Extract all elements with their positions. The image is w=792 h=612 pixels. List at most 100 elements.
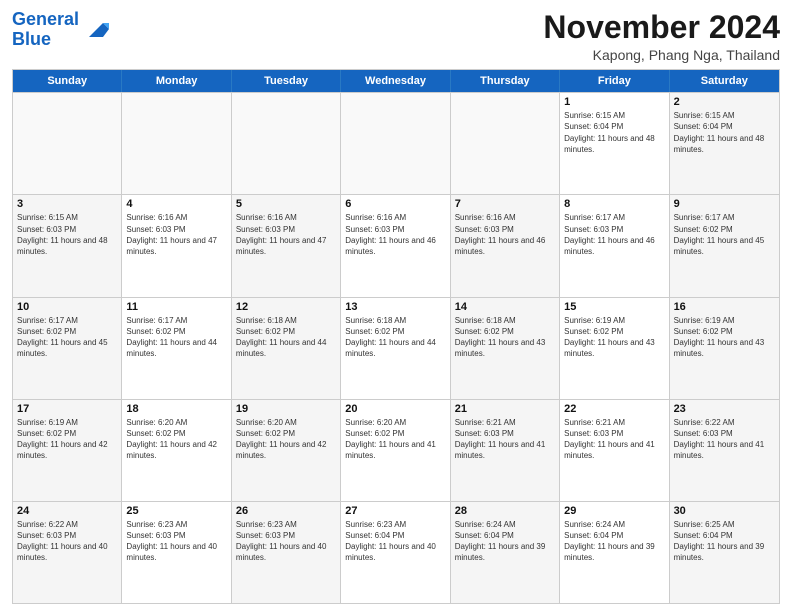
calendar-cell bbox=[341, 93, 450, 194]
calendar-cell: 23 Sunrise: 6:22 AMSunset: 6:03 PMDayligh… bbox=[670, 400, 779, 501]
day-number: 5 bbox=[236, 198, 336, 210]
day-number: 6 bbox=[345, 198, 445, 210]
day-info: Sunrise: 6:16 AMSunset: 6:03 PMDaylight:… bbox=[455, 212, 555, 257]
day-info: Sunrise: 6:17 AMSunset: 6:02 PMDaylight:… bbox=[17, 315, 117, 360]
day-number: 22 bbox=[564, 403, 664, 415]
day-number: 27 bbox=[345, 505, 445, 517]
calendar-cell bbox=[13, 93, 122, 194]
day-info: Sunrise: 6:20 AMSunset: 6:02 PMDaylight:… bbox=[126, 417, 226, 462]
day-number: 9 bbox=[674, 198, 775, 210]
calendar-header: SundayMondayTuesdayWednesdayThursdayFrid… bbox=[13, 70, 779, 92]
day-info: Sunrise: 6:22 AMSunset: 6:03 PMDaylight:… bbox=[674, 417, 775, 462]
calendar-cell: 18 Sunrise: 6:20 AMSunset: 6:02 PMDayligh… bbox=[122, 400, 231, 501]
logo-line1: General bbox=[12, 10, 79, 30]
day-number: 19 bbox=[236, 403, 336, 415]
calendar-week: 24 Sunrise: 6:22 AMSunset: 6:03 PMDayligh… bbox=[13, 501, 779, 603]
header: General Blue November 2024 Kapong, Phang… bbox=[12, 10, 780, 63]
calendar-cell bbox=[451, 93, 560, 194]
day-of-week-header: Monday bbox=[122, 70, 231, 92]
day-of-week-header: Wednesday bbox=[341, 70, 450, 92]
day-info: Sunrise: 6:24 AMSunset: 6:04 PMDaylight:… bbox=[455, 519, 555, 564]
day-of-week-header: Thursday bbox=[451, 70, 560, 92]
calendar-cell: 20Sunrise: 6:20 AMSunset: 6:02 PMDayligh… bbox=[341, 400, 450, 501]
day-number: 8 bbox=[564, 198, 664, 210]
calendar-cell bbox=[232, 93, 341, 194]
logo-area: General Blue bbox=[12, 10, 111, 50]
day-info: Sunrise: 6:23 AMSunset: 6:04 PMDaylight:… bbox=[345, 519, 445, 564]
day-number: 26 bbox=[236, 505, 336, 517]
day-info: Sunrise: 6:21 AMSunset: 6:03 PMDaylight:… bbox=[455, 417, 555, 462]
day-number: 17 bbox=[17, 403, 117, 415]
day-info: Sunrise: 6:15 AMSunset: 6:04 PMDaylight:… bbox=[674, 110, 775, 155]
day-number: 15 bbox=[564, 301, 664, 313]
calendar-cell: 19 Sunrise: 6:20 AMSunset: 6:02 PMDayligh… bbox=[232, 400, 341, 501]
calendar-cell bbox=[122, 93, 231, 194]
day-number: 3 bbox=[17, 198, 117, 210]
day-info: Sunrise: 6:21 AMSunset: 6:03 PMDaylight:… bbox=[564, 417, 664, 462]
calendar-cell: 26 Sunrise: 6:23 AMSunset: 6:03 PMDayligh… bbox=[232, 502, 341, 603]
day-info: Sunrise: 6:17 AMSunset: 6:02 PMDaylight:… bbox=[126, 315, 226, 360]
day-number: 29 bbox=[564, 505, 664, 517]
day-info: Sunrise: 6:22 AMSunset: 6:03 PMDaylight:… bbox=[17, 519, 117, 564]
calendar-week: 17 Sunrise: 6:19 AMSunset: 6:02 PMDayligh… bbox=[13, 399, 779, 501]
logo-line2: Blue bbox=[12, 30, 79, 50]
day-info: Sunrise: 6:19 AMSunset: 6:02 PMDaylight:… bbox=[564, 315, 664, 360]
day-number: 2 bbox=[674, 96, 775, 108]
calendar-cell: 8 Sunrise: 6:17 AMSunset: 6:03 PMDaylight… bbox=[560, 195, 669, 296]
day-number: 1 bbox=[564, 96, 664, 108]
calendar-cell: 7 Sunrise: 6:16 AMSunset: 6:03 PMDaylight… bbox=[451, 195, 560, 296]
day-info: Sunrise: 6:15 AMSunset: 6:04 PMDaylight:… bbox=[564, 110, 664, 155]
day-info: Sunrise: 6:20 AMSunset: 6:02 PMDaylight:… bbox=[345, 417, 445, 462]
calendar-cell: 14Sunrise: 6:18 AMSunset: 6:02 PMDayligh… bbox=[451, 298, 560, 399]
calendar-week: 1 Sunrise: 6:15 AMSunset: 6:04 PMDaylight… bbox=[13, 92, 779, 194]
calendar-cell: 2 Sunrise: 6:15 AMSunset: 6:04 PMDaylight… bbox=[670, 93, 779, 194]
day-number: 21 bbox=[455, 403, 555, 415]
day-number: 23 bbox=[674, 403, 775, 415]
calendar-cell: 5Sunrise: 6:16 AMSunset: 6:03 PMDaylight… bbox=[232, 195, 341, 296]
calendar-cell: 30Sunrise: 6:25 AMSunset: 6:04 PMDayligh… bbox=[670, 502, 779, 603]
logo-icon bbox=[81, 15, 111, 45]
calendar-cell: 27 Sunrise: 6:23 AMSunset: 6:04 PMDayligh… bbox=[341, 502, 450, 603]
calendar-cell: 12Sunrise: 6:18 AMSunset: 6:02 PMDayligh… bbox=[232, 298, 341, 399]
day-info: Sunrise: 6:23 AMSunset: 6:03 PMDaylight:… bbox=[236, 519, 336, 564]
day-number: 16 bbox=[674, 301, 775, 313]
calendar-cell: 17 Sunrise: 6:19 AMSunset: 6:02 PMDayligh… bbox=[13, 400, 122, 501]
day-info: Sunrise: 6:17 AMSunset: 6:03 PMDaylight:… bbox=[564, 212, 664, 257]
day-of-week-header: Friday bbox=[560, 70, 669, 92]
calendar-cell: 4Sunrise: 6:16 AMSunset: 6:03 PMDaylight… bbox=[122, 195, 231, 296]
day-number: 11 bbox=[126, 301, 226, 313]
page: General Blue November 2024 Kapong, Phang… bbox=[0, 0, 792, 612]
day-info: Sunrise: 6:20 AMSunset: 6:02 PMDaylight:… bbox=[236, 417, 336, 462]
day-info: Sunrise: 6:23 AMSunset: 6:03 PMDaylight:… bbox=[126, 519, 226, 564]
day-info: Sunrise: 6:18 AMSunset: 6:02 PMDaylight:… bbox=[345, 315, 445, 360]
main-title: November 2024 bbox=[543, 10, 780, 45]
calendar-cell: 25 Sunrise: 6:23 AMSunset: 6:03 PMDayligh… bbox=[122, 502, 231, 603]
calendar-cell: 13 Sunrise: 6:18 AMSunset: 6:02 PMDayligh… bbox=[341, 298, 450, 399]
calendar-week: 10Sunrise: 6:17 AMSunset: 6:02 PMDayligh… bbox=[13, 297, 779, 399]
day-of-week-header: Saturday bbox=[670, 70, 779, 92]
day-number: 24 bbox=[17, 505, 117, 517]
day-info: Sunrise: 6:18 AMSunset: 6:02 PMDaylight:… bbox=[455, 315, 555, 360]
title-area: November 2024 Kapong, Phang Nga, Thailan… bbox=[543, 10, 780, 63]
day-info: Sunrise: 6:16 AMSunset: 6:03 PMDaylight:… bbox=[126, 212, 226, 257]
day-number: 12 bbox=[236, 301, 336, 313]
subtitle: Kapong, Phang Nga, Thailand bbox=[543, 47, 780, 63]
calendar-cell: 24 Sunrise: 6:22 AMSunset: 6:03 PMDayligh… bbox=[13, 502, 122, 603]
day-number: 13 bbox=[345, 301, 445, 313]
day-number: 25 bbox=[126, 505, 226, 517]
calendar-body: 1 Sunrise: 6:15 AMSunset: 6:04 PMDaylight… bbox=[13, 92, 779, 603]
calendar: SundayMondayTuesdayWednesdayThursdayFrid… bbox=[12, 69, 780, 604]
day-of-week-header: Sunday bbox=[13, 70, 122, 92]
calendar-cell: 9Sunrise: 6:17 AMSunset: 6:02 PMDaylight… bbox=[670, 195, 779, 296]
calendar-cell: 29 Sunrise: 6:24 AMSunset: 6:04 PMDayligh… bbox=[560, 502, 669, 603]
calendar-cell: 10Sunrise: 6:17 AMSunset: 6:02 PMDayligh… bbox=[13, 298, 122, 399]
day-info: Sunrise: 6:16 AMSunset: 6:03 PMDaylight:… bbox=[345, 212, 445, 257]
calendar-cell: 15 Sunrise: 6:19 AMSunset: 6:02 PMDayligh… bbox=[560, 298, 669, 399]
day-info: Sunrise: 6:19 AMSunset: 6:02 PMDaylight:… bbox=[17, 417, 117, 462]
day-info: Sunrise: 6:19 AMSunset: 6:02 PMDaylight:… bbox=[674, 315, 775, 360]
day-number: 18 bbox=[126, 403, 226, 415]
day-number: 7 bbox=[455, 198, 555, 210]
calendar-cell: 28 Sunrise: 6:24 AMSunset: 6:04 PMDayligh… bbox=[451, 502, 560, 603]
day-info: Sunrise: 6:24 AMSunset: 6:04 PMDaylight:… bbox=[564, 519, 664, 564]
day-number: 28 bbox=[455, 505, 555, 517]
